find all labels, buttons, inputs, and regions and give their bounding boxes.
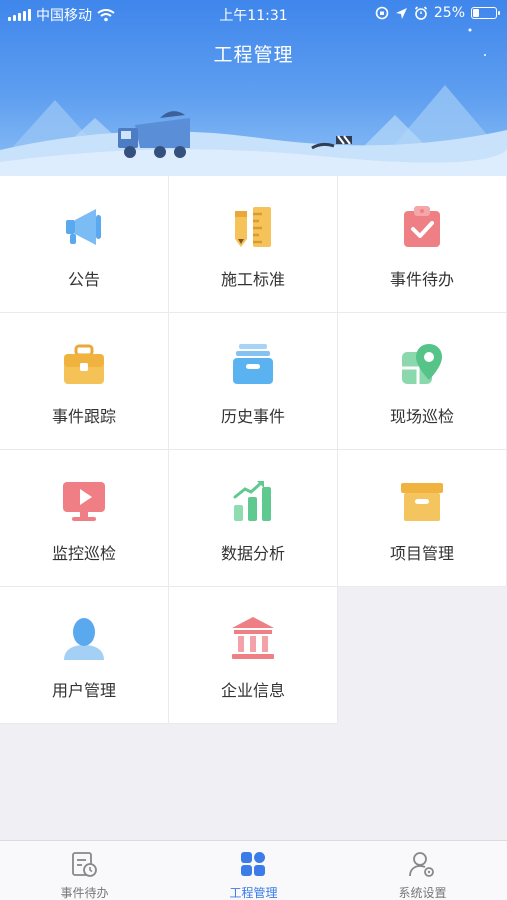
tab-project-management[interactable]: 工程管理 [169, 841, 338, 900]
battery-percent: 25% [433, 5, 465, 21]
tab-label: 工程管理 [229, 886, 278, 900]
pencil-ruler-icon [235, 207, 271, 247]
menu-item-project-management[interactable]: 项目管理 [338, 450, 507, 587]
header-banner: 中国移动 上午11:31 25% 工程管理 [0, 0, 507, 176]
signal-strength-icon [8, 9, 31, 21]
clipboard-clock-icon [72, 852, 97, 877]
carrier-name: 中国移动 [36, 8, 92, 24]
tab-label: 事件待办 [60, 886, 109, 900]
menu-item-company-info[interactable]: 企业信息 [169, 587, 338, 724]
battery-icon [471, 7, 500, 19]
user-gear-icon [409, 852, 434, 877]
menu-item-label: 项目管理 [389, 544, 454, 563]
monitor-play-icon [63, 482, 105, 521]
archive-tray-icon [233, 344, 273, 384]
menu-item-label: 公告 [67, 270, 100, 289]
menu-item-label: 历史事件 [220, 407, 285, 426]
menu-item-site-inspection[interactable]: 现场巡检 [338, 313, 507, 450]
clipboard-check-icon [404, 206, 440, 247]
bank-building-icon [232, 617, 274, 659]
menu-item-monitor-inspection[interactable]: 监控巡检 [0, 450, 169, 587]
briefcase-icon [64, 344, 104, 384]
menu-item-pending-events[interactable]: 事件待办 [338, 176, 507, 313]
menu-item-construction-standards[interactable]: 施工标准 [169, 176, 338, 313]
menu-item-label: 企业信息 [220, 681, 285, 700]
menu-item-label: 施工标准 [220, 270, 285, 289]
tab-label: 系统设置 [398, 886, 447, 900]
bar-chart-icon [233, 481, 271, 521]
megaphone-icon [66, 209, 101, 245]
alarm-clock-icon [414, 6, 427, 20]
user-icon [64, 618, 104, 660]
menu-item-label: 用户管理 [51, 681, 116, 700]
menu-item-event-tracking[interactable]: 事件跟踪 [0, 313, 169, 450]
tab-system-settings[interactable]: 系统设置 [338, 841, 507, 900]
menu-item-user-management[interactable]: 用户管理 [0, 587, 169, 724]
orientation-lock-icon [375, 6, 389, 20]
menu-item-history-events[interactable]: 历史事件 [169, 313, 338, 450]
status-bar: 中国移动 上午11:31 25% [0, 0, 507, 28]
menu-item-announcement[interactable]: 公告 [0, 176, 169, 313]
location-arrow-icon [395, 7, 407, 19]
menu-item-label: 事件待办 [389, 270, 454, 289]
tab-pending-events[interactable]: 事件待办 [0, 841, 169, 900]
menu-item-label: 事件跟踪 [51, 407, 116, 426]
page-title: 工程管理 [213, 44, 294, 66]
menu-item-data-analysis[interactable]: 数据分析 [169, 450, 338, 587]
menu-item-label: 监控巡检 [51, 544, 116, 563]
menu-item-label: 现场巡检 [389, 407, 454, 426]
grid-apps-icon [241, 852, 265, 876]
menu-item-label: 数据分析 [220, 544, 285, 563]
map-pin-icon [402, 344, 442, 384]
bottom-tab-bar: 事件待办 工程管理 系统设置 [0, 840, 507, 900]
box-icon [401, 483, 443, 521]
wifi-icon [97, 8, 115, 21]
